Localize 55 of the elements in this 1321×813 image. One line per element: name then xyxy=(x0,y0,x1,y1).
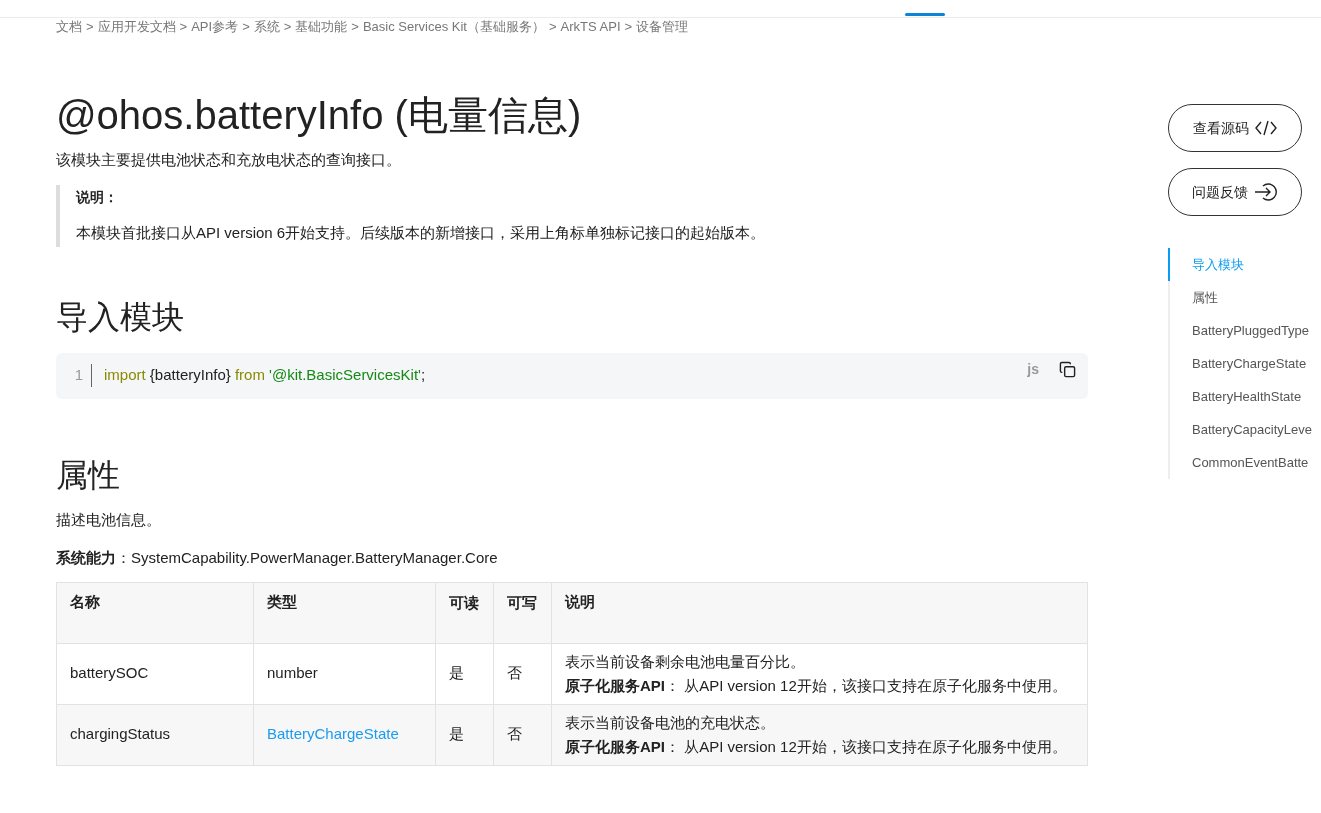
section-heading: 导入模块 xyxy=(56,297,185,337)
breadcrumb-separator: > xyxy=(242,18,250,36)
description-text: 表示当前设备电池的充电状态。 xyxy=(565,712,776,733)
breadcrumb-link[interactable]: 文档 xyxy=(56,17,82,37)
toc-link[interactable]: BatteryHealthState xyxy=(1168,380,1321,413)
breadcrumb-link[interactable]: ArkTS API xyxy=(560,17,621,37)
table-cell: 否 xyxy=(493,704,552,765)
breadcrumb-link[interactable]: 应用开发文档 xyxy=(97,17,176,37)
description-text: 表示当前设备剩余电池电量百分比。 xyxy=(565,651,806,672)
code-icon xyxy=(1255,120,1277,136)
breadcrumb-separator: > xyxy=(86,18,94,36)
arrow-circle-icon xyxy=(1254,182,1278,202)
breadcrumb-link[interactable]: 设备管理 xyxy=(636,17,689,37)
nav-indicator xyxy=(905,13,945,16)
column-header: 说明 xyxy=(551,582,1088,643)
breadcrumb-separator: > xyxy=(549,18,557,36)
toc-link[interactable]: BatteryPluggedType xyxy=(1168,314,1321,347)
column-header: 可写 xyxy=(493,582,552,643)
column-header: 类型 xyxy=(253,582,436,643)
note-label: 说明： xyxy=(76,188,119,207)
line-number: 1 xyxy=(70,364,92,387)
description-text: 原子化服务API： 从API version 12开始，该接口支持在原子化服务中使用。 xyxy=(565,675,1068,696)
breadcrumb-link[interactable]: 基础功能 xyxy=(295,17,348,37)
toc-link[interactable]: BatteryCapacityLeve xyxy=(1168,413,1321,446)
column-header: 可读 xyxy=(435,582,494,643)
language-label: js xyxy=(1027,359,1039,379)
breadcrumb-separator: > xyxy=(283,18,292,36)
table-cell: batterySOC xyxy=(56,643,254,704)
section-heading: 属性 xyxy=(56,455,121,495)
note-text: 本模块首批接口从API version 6开始支持。后续版本的新增接口，采用上角标单独标记接口的起始版本。 xyxy=(76,223,767,243)
toc-link[interactable]: BatteryChargeState xyxy=(1168,347,1321,380)
type-link[interactable]: BatteryChargeState xyxy=(253,704,436,765)
toc-link[interactable]: 导入模块 xyxy=(1168,248,1321,281)
table-cell: 是 xyxy=(435,643,494,704)
table-cell: 否 xyxy=(493,643,552,704)
table-cell: 是 xyxy=(435,704,494,765)
intro-text: 该模块主要提供电池状态和充放电状态的查询接口。 xyxy=(56,149,402,170)
breadcrumb-separator: > xyxy=(179,18,188,36)
breadcrumb-link[interactable]: Basic Services Kit（基础服务） xyxy=(362,17,545,37)
column-header: 名称 xyxy=(56,582,254,643)
description-text: 原子化服务API： 从API version 12开始，该接口支持在原子化服务中使用。 xyxy=(565,736,1068,757)
breadcrumb-separator: > xyxy=(351,18,359,36)
toc-link[interactable]: 属性 xyxy=(1168,281,1321,314)
table-cell: chargingStatus xyxy=(56,704,254,765)
table-cell: number xyxy=(253,643,436,704)
code-line: import {batteryInfo} from '@kit.BasicServicesKit'; xyxy=(104,365,426,386)
breadcrumb-link[interactable]: API参考 xyxy=(191,17,239,37)
section-description: 描述电池信息。 xyxy=(56,509,162,530)
copy-icon[interactable] xyxy=(1059,360,1076,378)
page-title: @ohos.batteryInfo (电量信息) xyxy=(56,91,583,139)
breadcrumb-separator: > xyxy=(624,18,633,36)
capability-label: 系统能力 xyxy=(56,549,116,566)
breadcrumb-link[interactable]: 系统 xyxy=(253,17,280,37)
capability-value: ：SystemCapability.PowerManager.BatteryManager.Core xyxy=(116,549,498,566)
toc-link[interactable]: CommonEventBatte xyxy=(1168,446,1321,479)
